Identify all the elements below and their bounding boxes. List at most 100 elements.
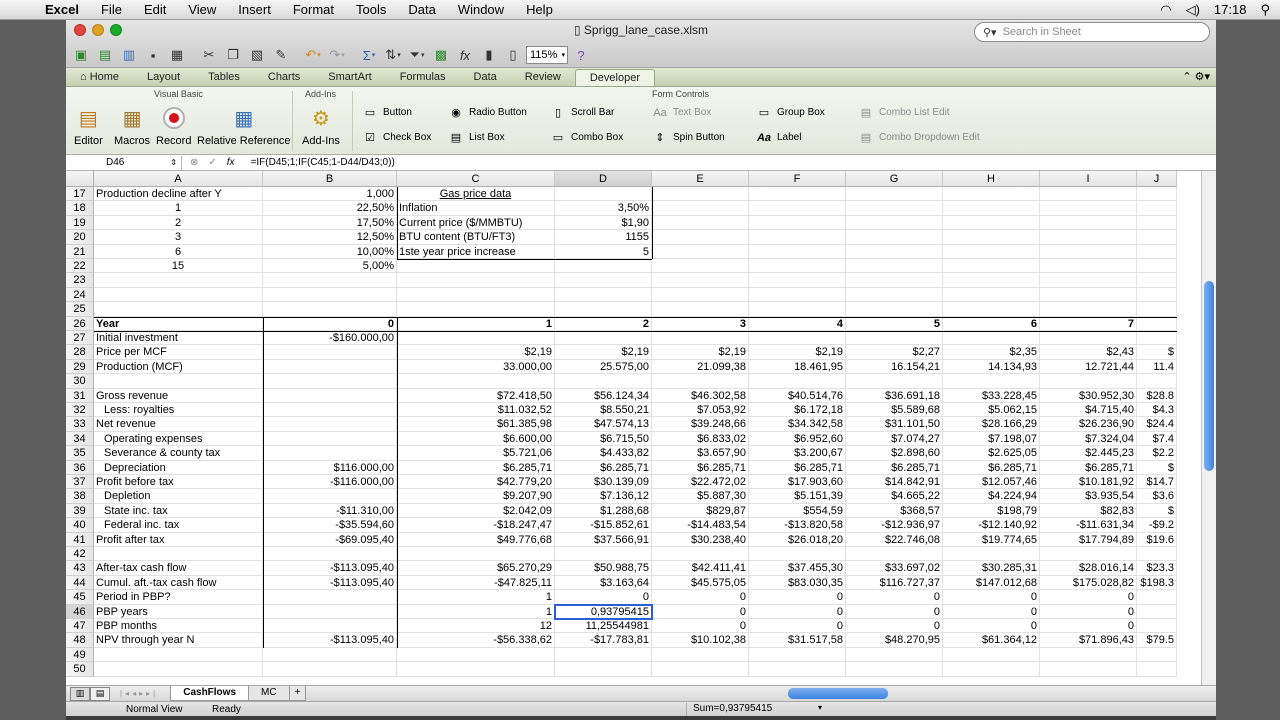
column-header-f[interactable]: F [749,171,846,187]
cell-j34[interactable]: $7.4 [1137,431,1177,447]
cell-a32[interactable]: Less: royalties [94,403,263,418]
cell-a25[interactable] [94,302,263,317]
cell-f17[interactable] [749,187,846,202]
cell-b34[interactable] [263,431,397,447]
column-header-e[interactable]: E [652,171,749,187]
text-box-control[interactable]: Aa Text Box [652,106,711,119]
horizontal-scrollbar[interactable] [766,688,1186,699]
row-header-30[interactable]: 30 [66,374,94,389]
help-icon[interactable]: ? [570,45,592,65]
clock[interactable]: 17:18 [1214,2,1247,17]
cell-h43[interactable]: $30.285,31 [943,561,1040,576]
cell-b29[interactable] [263,359,397,375]
cell-e31[interactable]: $46.302,58 [652,388,749,403]
cell-i38[interactable]: $3.935,54 [1040,489,1137,504]
cell-j38[interactable]: $3.6 [1137,489,1177,504]
cell-f44[interactable]: $83.030,35 [749,575,846,591]
cell-j21[interactable] [1137,244,1177,259]
cell-f33[interactable]: $34.342,58 [749,417,846,432]
cell-e33[interactable]: $39.248,66 [652,417,749,432]
cancel-formula-icon[interactable]: ⊗ [190,157,198,168]
cell-j32[interactable]: $4.3 [1137,403,1177,418]
redo-icon[interactable]: ↷ [326,45,348,65]
cell-d38[interactable]: $7.136,12 [555,489,652,504]
row-header-17[interactable]: 17 [66,187,94,202]
row-header-50[interactable]: 50 [66,662,94,677]
cell-c23[interactable] [397,273,555,288]
row-header-34[interactable]: 34 [66,431,94,447]
save-icon[interactable]: ▪ [142,45,164,65]
cell-c19[interactable]: Current price ($/MMBTU) [397,215,555,231]
cell-e40[interactable]: -$14.483,54 [652,518,749,533]
cell-h31[interactable]: $33.228,45 [943,388,1040,403]
cell-h38[interactable]: $4.224,94 [943,489,1040,504]
cell-j35[interactable]: $2.2 [1137,446,1177,461]
group-box-control[interactable]: ▭ Group Box [756,106,825,119]
normal-view-icon[interactable]: ▥ [70,686,90,701]
cell-j33[interactable]: $24.4 [1137,417,1177,432]
cell-a34[interactable]: Operating expenses [94,431,263,447]
cell-c21[interactable]: 1ste year price increase [397,244,555,259]
row-header-47[interactable]: 47 [66,619,94,634]
row-header-25[interactable]: 25 [66,302,94,317]
cell-c27[interactable] [397,331,555,346]
cell-c32[interactable]: $11.032,52 [397,403,555,418]
cell-i18[interactable] [1040,201,1137,216]
cell-b26[interactable]: 0 [263,316,397,331]
cell-f35[interactable]: $3.200,67 [749,446,846,461]
cell-e24[interactable] [652,287,749,303]
cell-g43[interactable]: $33.697,02 [846,561,943,576]
cell-d36[interactable]: $6.285,71 [555,460,652,475]
cut-icon[interactable]: ✂ [198,45,220,65]
cell-b27[interactable]: -$160.000,00 [263,331,397,346]
cell-d33[interactable]: $47.574,13 [555,417,652,432]
column-header-c[interactable]: C [397,171,555,187]
relative-reference-button[interactable]: ▦ Relative Reference [197,104,291,148]
cell-a43[interactable]: After-tax cash flow [94,561,263,576]
cell-c28[interactable]: $2,19 [397,345,555,360]
cell-c22[interactable] [397,259,555,274]
cell-b23[interactable] [263,273,397,288]
tab-charts[interactable]: Charts [254,69,314,86]
row-header-19[interactable]: 19 [66,215,94,231]
cell-c20[interactable]: BTU content (BTU/FT3) [397,230,555,245]
vertical-scroll-thumb[interactable] [1204,281,1214,471]
cell-g45[interactable]: 0 [846,590,943,605]
cell-g35[interactable]: $2.898,60 [846,446,943,461]
horizontal-scroll-thumb[interactable] [788,688,888,699]
cell-j49[interactable] [1137,647,1177,663]
cell-b33[interactable] [263,417,397,432]
cell-h49[interactable] [943,647,1040,663]
cell-a45[interactable]: Period in PBP? [94,590,263,605]
record-button[interactable]: Record [156,104,191,147]
cell-d35[interactable]: $4.433,82 [555,446,652,461]
format-painter-icon[interactable]: ✎ [270,45,292,65]
cell-i24[interactable] [1040,287,1137,303]
cell-i50[interactable] [1040,662,1137,677]
cell-f37[interactable]: $17.903,60 [749,475,846,490]
cell-f49[interactable] [749,647,846,663]
cell-g34[interactable]: $7.074,27 [846,431,943,447]
cell-i39[interactable]: $82,83 [1040,503,1137,519]
cell-i20[interactable] [1040,230,1137,245]
combo-list-edit-control[interactable]: ▤ Combo List Edit [858,106,950,119]
cell-j41[interactable]: $19.6 [1137,532,1177,547]
autosum-icon[interactable]: Σ [358,45,380,65]
cell-h47[interactable]: 0 [943,619,1040,634]
cell-b20[interactable]: 12,50% [263,230,397,245]
cell-g18[interactable] [846,201,943,216]
radio-button-control[interactable]: ◉ Radio Button [448,106,527,119]
cell-b46[interactable] [263,604,397,619]
cell-a24[interactable] [94,287,263,303]
cell-j44[interactable]: $198.3 [1137,575,1177,591]
cell-d31[interactable]: $56.124,34 [555,388,652,403]
wifi-icon[interactable]: ◠ [1160,2,1171,18]
cell-e18[interactable] [652,201,749,216]
cell-b36[interactable]: $116.000,00 [263,460,397,475]
cell-f46[interactable]: 0 [749,604,846,619]
cell-d24[interactable] [555,287,652,303]
cell-h22[interactable] [943,259,1040,274]
cell-g47[interactable]: 0 [846,619,943,634]
tab-home[interactable]: ⌂ Home [66,69,133,86]
cell-g25[interactable] [846,302,943,317]
